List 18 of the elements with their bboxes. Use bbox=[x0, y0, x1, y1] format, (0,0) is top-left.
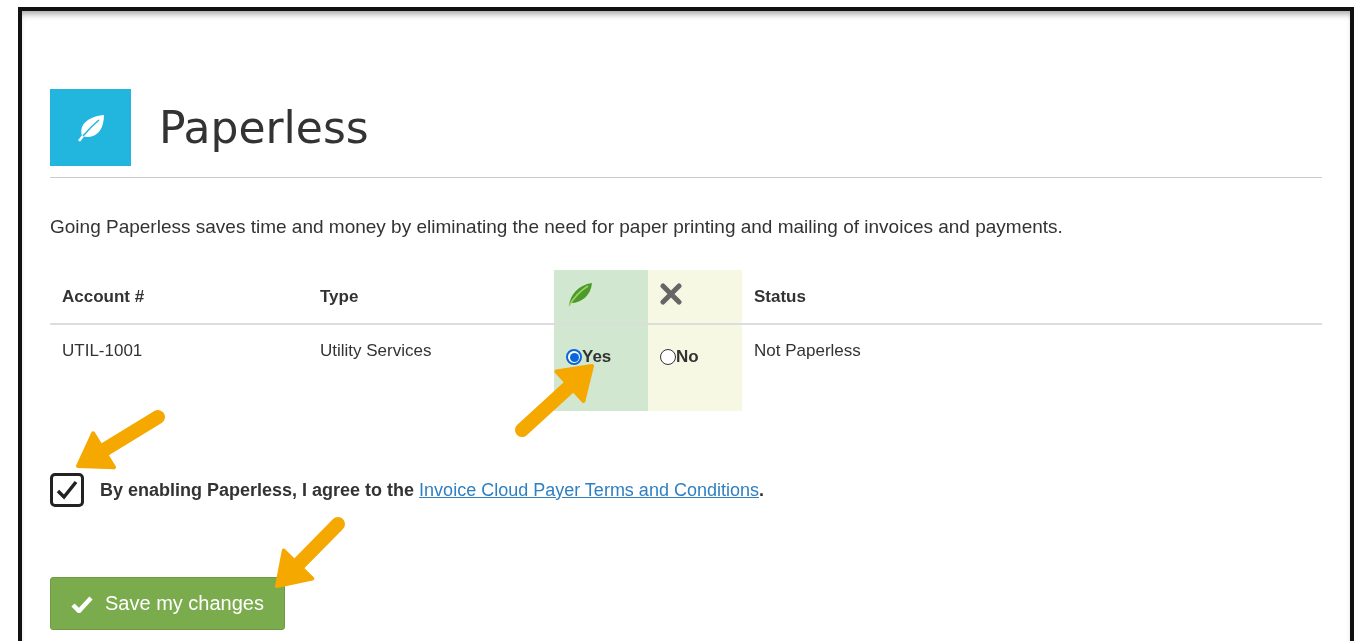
column-header: Type bbox=[320, 286, 359, 307]
consent-checkbox[interactable] bbox=[50, 473, 84, 507]
column-header: Account # bbox=[62, 286, 145, 307]
radio-option[interactable]: Yes bbox=[566, 347, 612, 367]
check-icon bbox=[71, 594, 93, 613]
radio-option[interactable]: No bbox=[660, 347, 699, 367]
leaf-icon bbox=[566, 281, 594, 307]
description-text: Going Paperless saves time and money by eliminating the need for paper printing and mailing of invoices and payments. bbox=[50, 216, 1064, 238]
consent-text: By enabling Paperless, I agree to the Invoice Cloud Payer Terms and Conditions. bbox=[100, 479, 764, 501]
table-cell: Utility Services bbox=[320, 341, 432, 361]
column-header: Status bbox=[754, 286, 806, 307]
table-cell: Not Paperless bbox=[754, 341, 861, 361]
table-cell: UTIL-1001 bbox=[62, 341, 143, 361]
terms-link[interactable]: Invoice Cloud Payer Terms and Conditions bbox=[419, 479, 759, 500]
page-title: Paperless bbox=[159, 102, 369, 153]
check-icon bbox=[56, 480, 78, 500]
leaf-icon bbox=[50, 89, 131, 166]
cross-icon bbox=[660, 283, 682, 305]
